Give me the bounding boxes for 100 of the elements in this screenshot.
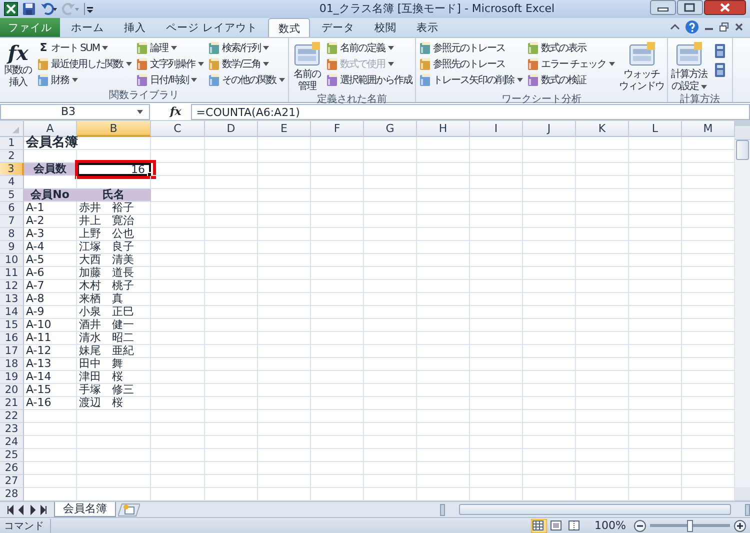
ribbon-button[interactable]: トレース矢印の削除: [418, 72, 524, 88]
row-header[interactable]: 24: [0, 436, 24, 450]
table-cell: [205, 436, 258, 450]
customize-toolbar-icon[interactable]: [84, 2, 94, 16]
row-header[interactable]: 21: [0, 397, 24, 410]
ribbon-button[interactable]: 参照先のトレース: [418, 56, 524, 72]
ribbon-button[interactable]: Σ オート SUM: [36, 40, 133, 56]
ribbon-button[interactable]: fx 関数の 挿入: [2, 40, 34, 90]
close-button[interactable]: [704, 0, 746, 15]
vertical-scrollbar[interactable]: [734, 121, 750, 502]
row-header[interactable]: 12: [0, 280, 24, 294]
ribbon-tab[interactable]: 表示: [407, 18, 448, 37]
ribbon-button[interactable]: 計算方法 の設定: [670, 40, 708, 94]
ribbon-button[interactable]: 数式の表示: [526, 40, 616, 56]
ribbon-button[interactable]: 最近使用した関数: [36, 56, 133, 72]
ribbon-button[interactable]: 文字列操作: [135, 56, 205, 72]
row-header[interactable]: 1: [0, 137, 24, 150]
ribbon-button[interactable]: ウォッチ ウィンドウ: [618, 40, 666, 94]
column-header[interactable]: G: [364, 121, 417, 138]
column-header[interactable]: C: [151, 121, 205, 138]
row-header[interactable]: 17: [0, 345, 24, 358]
collapse-ribbon-icon[interactable]: [670, 22, 680, 32]
close-icon[interactable]: [734, 22, 744, 32]
minimize-button[interactable]: [650, 0, 676, 15]
ribbon-button[interactable]: エラー チェック: [526, 56, 616, 72]
row-header[interactable]: 9: [0, 241, 24, 254]
table-cell: [151, 163, 205, 176]
row-header[interactable]: 3: [0, 163, 24, 176]
row-header[interactable]: 16: [0, 332, 24, 346]
row-header[interactable]: 28: [0, 488, 24, 502]
row-header[interactable]: 8: [0, 228, 24, 242]
row-header[interactable]: 15: [0, 319, 24, 332]
column-header[interactable]: J: [523, 121, 576, 138]
sheet-tab[interactable]: 会員名簿: [54, 502, 116, 518]
ribbon-button[interactable]: 選択範囲から作成: [325, 72, 413, 88]
row-header[interactable]: 4: [0, 176, 24, 190]
row-header[interactable]: 10: [0, 254, 24, 268]
ribbon-button[interactable]: 参照元のトレース: [418, 40, 524, 56]
row-header[interactable]: 14: [0, 306, 24, 320]
row-header[interactable]: 26: [0, 462, 24, 476]
ribbon-button[interactable]: 検索/行列: [207, 40, 286, 56]
undo-icon[interactable]: [40, 2, 58, 16]
insert-function-button[interactable]: fx: [170, 105, 182, 118]
ribbon-tab[interactable]: データ: [312, 18, 364, 37]
ribbon-button[interactable]: 名前の 管理: [291, 40, 323, 94]
row-header[interactable]: 2: [0, 150, 24, 164]
zoom-level[interactable]: 100%: [594, 519, 626, 532]
column-header[interactable]: M: [682, 121, 735, 138]
row-header[interactable]: 23: [0, 423, 24, 436]
horizontal-scrollbar[interactable]: [440, 502, 750, 517]
restore-button[interactable]: [677, 0, 703, 15]
ribbon-button[interactable]: 数学/三角: [207, 56, 286, 72]
help-icon[interactable]: [685, 20, 699, 34]
insert-sheet-icon[interactable]: [118, 502, 140, 517]
table-cell: 津田 桜: [77, 371, 151, 384]
row-header[interactable]: 5: [0, 189, 24, 202]
ribbon-button[interactable]: 数式の検証: [526, 72, 616, 88]
ribbon-button[interactable]: 論理: [135, 40, 205, 56]
table-cell: [364, 202, 417, 216]
zoom-out-button[interactable]: [634, 520, 646, 532]
ribbon-tab[interactable]: 校閲: [365, 18, 406, 37]
ribbon-tab[interactable]: 数式: [268, 18, 310, 37]
previous-sheet-icon[interactable]: [16, 504, 26, 515]
column-header[interactable]: K: [576, 121, 629, 138]
fill-handle[interactable]: [147, 172, 152, 178]
row-header[interactable]: 11: [0, 267, 24, 280]
row-header[interactable]: 25: [0, 449, 24, 462]
column-header[interactable]: I: [470, 121, 523, 138]
row-header[interactable]: 22: [0, 410, 24, 424]
name-box[interactable]: B3: [0, 104, 150, 120]
ribbon-tab[interactable]: 挿入: [115, 18, 155, 37]
column-header[interactable]: B: [77, 121, 151, 138]
next-sheet-icon[interactable]: [28, 504, 38, 515]
ribbon-button[interactable]: 名前の定義: [325, 40, 413, 56]
ribbon-tab[interactable]: ホーム: [62, 18, 113, 37]
row-header[interactable]: 6: [0, 202, 24, 216]
row-header[interactable]: 7: [0, 215, 24, 228]
zoom-in-button[interactable]: [734, 520, 746, 532]
column-header[interactable]: D: [205, 121, 258, 138]
formula-field[interactable]: =COUNTA(A6:A21): [191, 104, 750, 120]
row-header[interactable]: 20: [0, 384, 24, 398]
row-header[interactable]: 13: [0, 293, 24, 306]
column-header[interactable]: L: [629, 121, 682, 138]
ribbon-button[interactable]: 財務: [36, 72, 133, 88]
row-header[interactable]: 27: [0, 475, 24, 488]
ribbon-button[interactable]: その他の関数: [207, 72, 286, 88]
table-cell: [205, 462, 258, 476]
column-header[interactable]: F: [311, 121, 364, 138]
ribbon-tab[interactable]: ファイル: [0, 18, 60, 37]
normal-view-button[interactable]: [530, 518, 547, 533]
restore-icon[interactable]: [719, 22, 729, 32]
ribbon-button[interactable]: 日付/時刻: [135, 72, 205, 88]
row-header[interactable]: 19: [0, 371, 24, 384]
save-icon[interactable]: [22, 2, 36, 16]
column-header[interactable]: E: [258, 121, 311, 138]
ribbon-tab[interactable]: ページ レイアウト: [157, 18, 266, 37]
table-cell: [364, 423, 417, 436]
table-cell: [258, 293, 311, 306]
row-header[interactable]: 18: [0, 358, 24, 372]
column-header[interactable]: H: [417, 121, 470, 138]
